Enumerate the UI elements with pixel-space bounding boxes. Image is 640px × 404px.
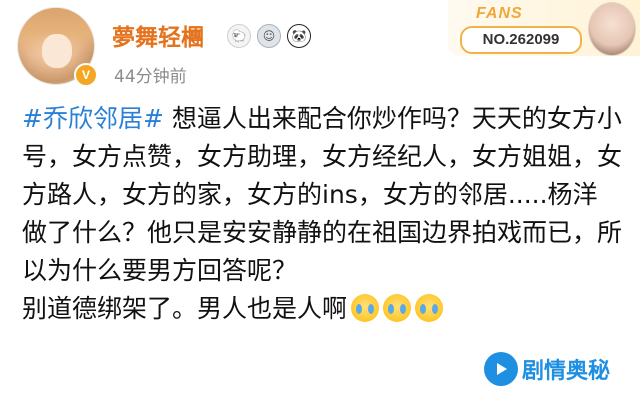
medal-icon[interactable]: ☺: [257, 24, 281, 48]
fans-card-avatar: [588, 2, 636, 56]
fans-label: FANS: [476, 5, 523, 22]
username[interactable]: 夢舞轻檲: [112, 18, 204, 52]
panda-icon[interactable]: 🐼: [287, 24, 311, 48]
fans-number: NO.262099: [460, 26, 582, 54]
user-badges: 🐑 ☺ 🐼: [227, 24, 311, 48]
crying-emoji-icon: [415, 294, 444, 322]
crying-emoji-icon: [351, 294, 380, 322]
topic-link[interactable]: #乔欣邻居#: [22, 104, 164, 133]
post-text: #乔欣邻居# 想逼人出来配合你炒作吗？天天的女方小号，女方点赞，女方助理，女方经…: [22, 100, 622, 328]
sheep-icon[interactable]: 🐑: [227, 24, 251, 48]
avatar-face: [42, 34, 72, 68]
crying-emoji-icon: [383, 294, 412, 322]
watermark: 剧情奥秘: [484, 352, 610, 386]
post-timestamp[interactable]: 44分钟前: [114, 62, 187, 87]
play-logo-icon: [484, 352, 518, 386]
watermark-text: 剧情奥秘: [522, 359, 611, 384]
fans-card[interactable]: FANS NO.262099: [448, 0, 640, 56]
post-last-line: 别道德绑架了。男人也是人啊: [22, 294, 348, 323]
v-badge-icon: V: [74, 63, 98, 87]
